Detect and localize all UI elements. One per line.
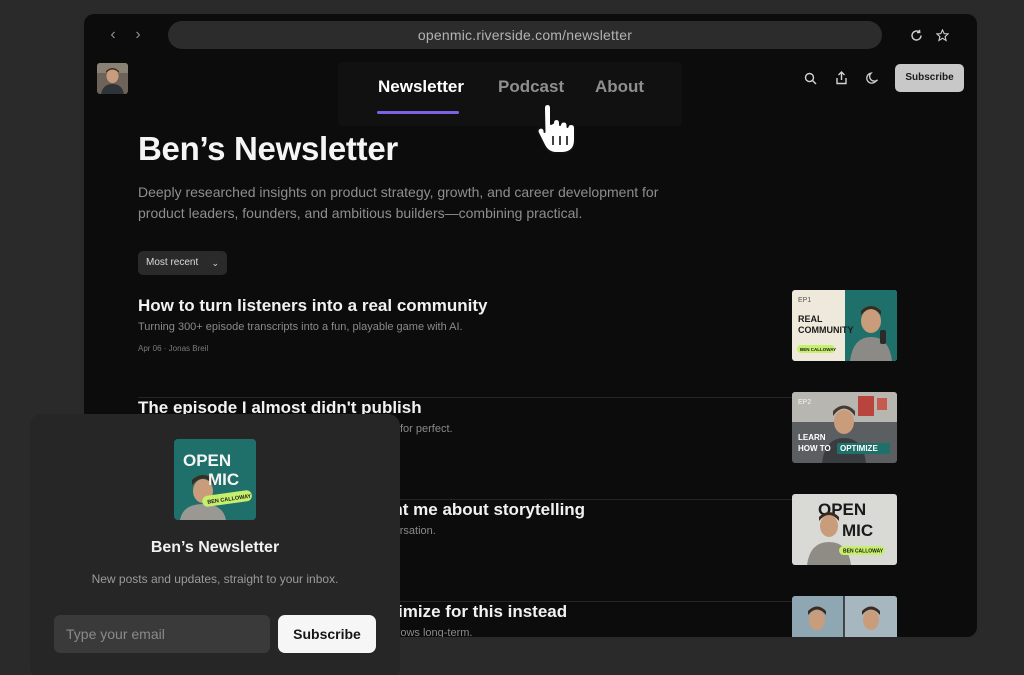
post-thumbnail[interactable]: OPEN MIC BEN CALLOWAY — [792, 494, 897, 565]
thumb-line1: REAL — [798, 314, 823, 324]
thumb-line1: LEARN — [798, 433, 826, 442]
tab-newsletter[interactable]: Newsletter — [378, 77, 464, 97]
chevron-down-icon: ⌄ — [211, 258, 219, 268]
page-description: Deeply researched insights on product st… — [138, 184, 659, 221]
subscribe-popup: OPEN MIC BEN CALLOWAY Ben’s Newsletter N… — [30, 414, 400, 675]
thumb-line2: MIC — [842, 521, 873, 540]
post-title[interactable]: otimize for this instead — [382, 602, 567, 622]
popup-subtitle: New posts and updates, straight to your … — [91, 572, 339, 586]
thumb-ep-label: EP2 — [798, 399, 811, 406]
chevron-left-icon[interactable]: ‹ — [106, 26, 120, 44]
post-subtitle: for perfect. — [400, 423, 453, 435]
thumb-badge: BEN CALLOWAY — [843, 549, 884, 555]
search-icon[interactable] — [800, 68, 820, 88]
post-thumbnail[interactable]: EP2 LEARN HOW TO OPTIMIZE — [792, 392, 897, 463]
browser-toolbar: ‹ › openmic.riverside.com/newsletter — [84, 14, 977, 56]
sort-label: Most recent — [146, 257, 199, 268]
subscribe-button[interactable]: Subscribe — [895, 64, 964, 92]
reload-icon[interactable] — [906, 25, 926, 45]
thumb-line2: HOW TO — [798, 444, 831, 453]
sort-dropdown[interactable]: Most recent ⌄ — [138, 251, 227, 275]
email-field[interactable] — [54, 615, 270, 653]
active-tab-indicator — [377, 111, 459, 114]
thumb-ep-label: EP1 — [798, 297, 811, 304]
avatar[interactable] — [97, 63, 128, 94]
post-title[interactable]: How to turn listeners into a real commun… — [138, 296, 488, 316]
thumb-badge: BEN CALLOWAY — [800, 347, 836, 352]
post-thumbnail[interactable] — [792, 596, 897, 637]
address-bar[interactable]: openmic.riverside.com/newsletter — [168, 21, 882, 49]
thumb-line2: COMMUNITY — [798, 325, 854, 335]
popup-title: Ben’s Newsletter — [150, 539, 280, 556]
page-title: Ben’s Newsletter — [138, 130, 398, 167]
tab-about[interactable]: About — [595, 77, 644, 97]
tab-podcast[interactable]: Podcast — [498, 77, 564, 97]
logo-line2: MIC — [208, 470, 239, 489]
thumb-highlight: OPTIMIZE — [840, 444, 878, 453]
logo-line1: OPEN — [183, 451, 231, 470]
post-title[interactable]: ght me about storytelling — [382, 500, 585, 520]
post-meta: Apr 06 · Jonas Breil — [138, 344, 209, 353]
moon-icon[interactable] — [862, 68, 882, 88]
post-item[interactable]: How to turn listeners into a real commun… — [138, 296, 897, 398]
chevron-right-icon[interactable]: › — [131, 26, 145, 44]
post-subtitle: Turning 300+ episode transcripts into a … — [138, 321, 463, 333]
share-icon[interactable] — [831, 68, 851, 88]
popup-subscribe-button[interactable]: Subscribe — [278, 615, 376, 653]
star-icon[interactable] — [932, 25, 952, 45]
newsletter-logo: OPEN MIC BEN CALLOWAY — [174, 439, 256, 520]
hand-pointer-icon — [535, 102, 583, 156]
post-thumbnail[interactable]: EP1 REAL COMMUNITY BEN CALLOWAY — [792, 290, 897, 361]
